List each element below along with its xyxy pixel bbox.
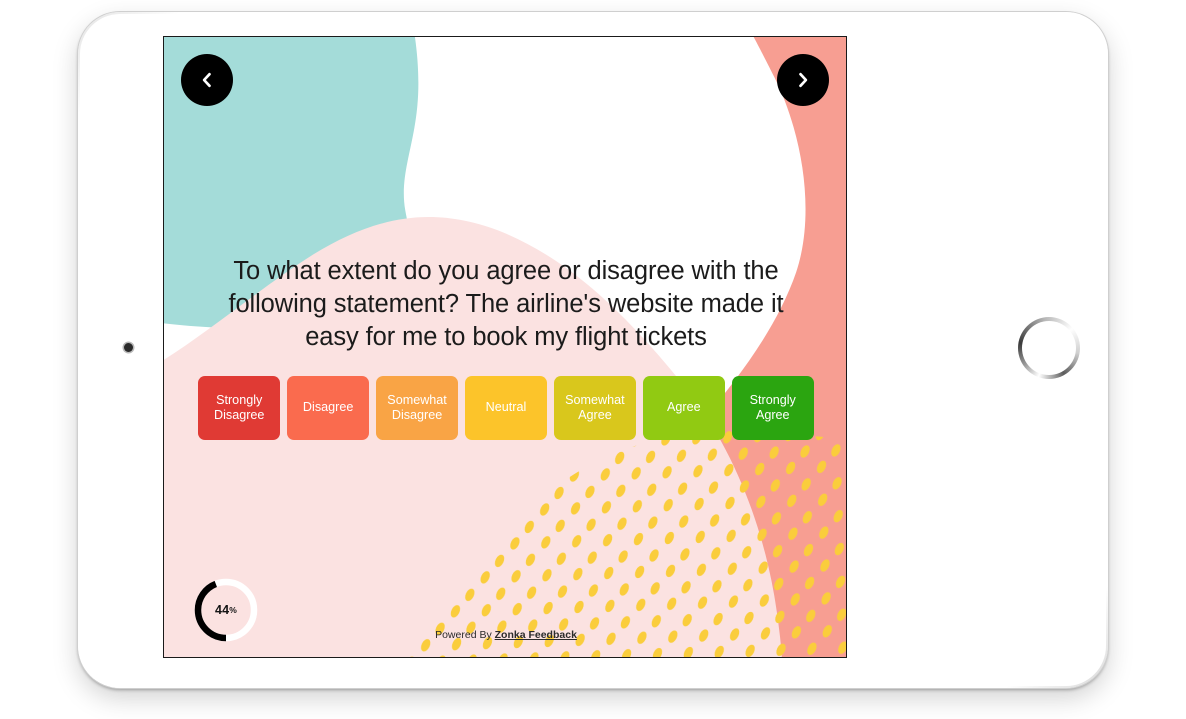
home-button-ring-icon[interactable] xyxy=(1018,317,1080,379)
camera-dot-icon xyxy=(124,343,133,352)
scale-option-5[interactable]: Somewhat Agree xyxy=(553,376,637,440)
tablet-screen: To what extent do you agree or disagree … xyxy=(163,36,847,658)
scale-option-2[interactable]: Disagree xyxy=(286,376,370,440)
powered-by-footer: Powered By Zonka Feedback xyxy=(164,629,846,641)
scale-option-6[interactable]: Agree xyxy=(642,376,726,440)
scale-option-3[interactable]: Somewhat Disagree xyxy=(375,376,459,440)
survey-canvas: To what extent do you agree or disagree … xyxy=(164,37,846,657)
chevron-left-icon xyxy=(197,70,217,90)
scale-option-4[interactable]: Neutral xyxy=(464,376,548,440)
progress-value: 44 xyxy=(214,603,230,617)
question-text: To what extent do you agree or disagree … xyxy=(228,257,784,351)
zonka-feedback-link[interactable]: Zonka Feedback xyxy=(495,629,577,641)
scale-option-7[interactable]: Strongly Agree xyxy=(731,376,814,440)
answer-scale: Strongly Disagree Disagree Somewhat Disagr… xyxy=(198,376,814,440)
progress-unit: % xyxy=(229,605,238,615)
powered-by-prefix: Powered By xyxy=(435,629,495,641)
next-question-button[interactable] xyxy=(777,54,829,106)
previous-question-button[interactable] xyxy=(181,54,233,106)
screenshot-stage: To what extent do you agree or disagree … xyxy=(0,0,1186,719)
scale-option-1[interactable]: Strongly Disagree xyxy=(198,376,281,440)
chevron-right-icon xyxy=(793,70,813,90)
